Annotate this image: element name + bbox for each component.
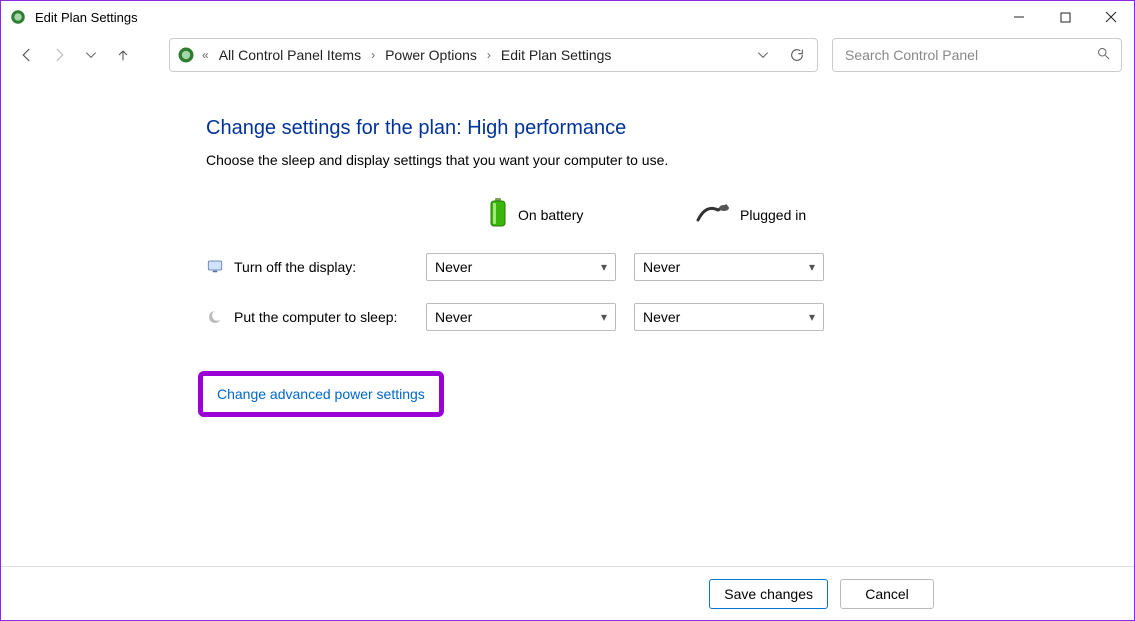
cancel-button[interactable]: Cancel <box>840 579 934 609</box>
chevron-right-icon: › <box>487 48 491 62</box>
row-label-text: Put the computer to sleep: <box>234 309 397 325</box>
plug-icon <box>696 202 730 227</box>
search-box[interactable] <box>832 38 1122 72</box>
refresh-button[interactable] <box>783 41 811 69</box>
footer: Save changes Cancel <box>1 566 1134 620</box>
maximize-button[interactable] <box>1042 1 1088 33</box>
column-header-battery: On battery <box>426 198 634 231</box>
battery-icon <box>488 198 508 231</box>
up-button[interactable] <box>109 41 137 69</box>
column-header-plugged: Plugged in <box>634 202 842 227</box>
address-bar[interactable]: « All Control Panel Items › Power Option… <box>169 38 818 72</box>
row-sleep: Put the computer to sleep: <box>206 308 426 326</box>
power-options-icon <box>176 45 196 65</box>
address-dropdown-button[interactable] <box>749 41 777 69</box>
row-display: Turn off the display: <box>206 258 426 276</box>
button-label: Save changes <box>724 586 813 602</box>
breadcrumb-item[interactable]: All Control Panel Items <box>215 45 365 65</box>
titlebar: Edit Plan Settings <box>1 1 1134 33</box>
moon-icon <box>206 308 224 326</box>
search-input[interactable] <box>843 46 1096 64</box>
page-subtext: Choose the sleep and display settings th… <box>206 152 1134 168</box>
chevron-left-double-icon: « <box>202 48 209 62</box>
button-label: Cancel <box>865 586 909 602</box>
back-button[interactable] <box>13 41 41 69</box>
breadcrumb-item[interactable]: Power Options <box>381 45 481 65</box>
chevron-right-icon: › <box>371 48 375 62</box>
select-value: Never <box>435 259 472 275</box>
select-value: Never <box>643 309 680 325</box>
display-plugged-select[interactable]: Never ▾ <box>634 253 824 281</box>
nav-row: « All Control Panel Items › Power Option… <box>1 33 1134 77</box>
change-advanced-link[interactable]: Change advanced power settings <box>217 386 425 402</box>
display-battery-select[interactable]: Never ▾ <box>426 253 616 281</box>
column-label: Plugged in <box>740 207 806 223</box>
breadcrumb-item[interactable]: Edit Plan Settings <box>497 45 616 65</box>
page-heading: Change settings for the plan: High perfo… <box>206 117 1134 140</box>
close-button[interactable] <box>1088 1 1134 33</box>
search-icon <box>1096 46 1111 64</box>
select-value: Never <box>643 259 680 275</box>
window-title: Edit Plan Settings <box>35 10 138 25</box>
forward-button[interactable] <box>45 41 73 69</box>
main-content: Change settings for the plan: High perfo… <box>1 77 1134 566</box>
minimize-button[interactable] <box>996 1 1042 33</box>
settings-grid: On battery Plugged in Turn off the displ… <box>206 198 1134 331</box>
save-button[interactable]: Save changes <box>709 579 828 609</box>
chevron-down-icon: ▾ <box>809 310 815 324</box>
highlighted-region: Change advanced power settings <box>198 371 444 417</box>
chevron-down-icon: ▾ <box>809 260 815 274</box>
sleep-battery-select[interactable]: Never ▾ <box>426 303 616 331</box>
select-value: Never <box>435 309 472 325</box>
recent-locations-button[interactable] <box>77 41 105 69</box>
chevron-down-icon: ▾ <box>601 260 607 274</box>
monitor-icon <box>206 258 224 276</box>
row-label-text: Turn off the display: <box>234 259 356 275</box>
sleep-plugged-select[interactable]: Never ▾ <box>634 303 824 331</box>
column-label: On battery <box>518 207 583 223</box>
power-options-icon <box>9 8 27 26</box>
chevron-down-icon: ▾ <box>601 310 607 324</box>
